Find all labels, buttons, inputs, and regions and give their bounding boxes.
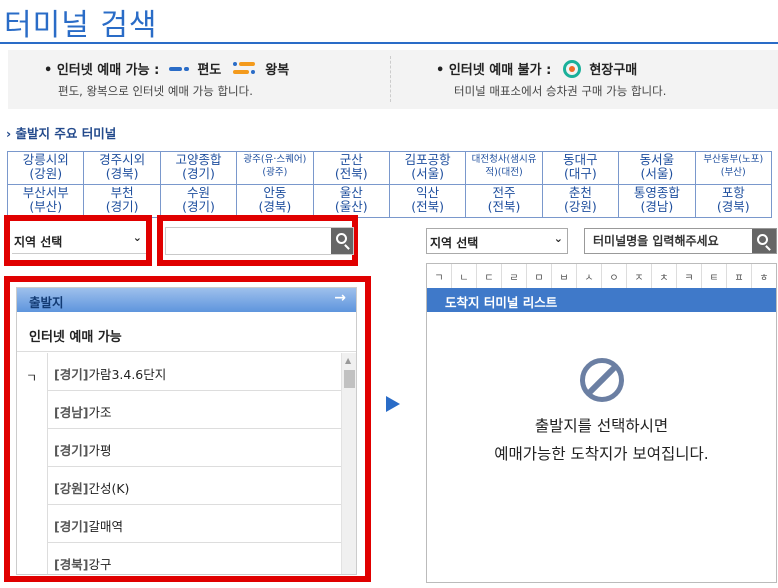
oneway-icon xyxy=(169,64,191,74)
scrollbar-thumb[interactable] xyxy=(344,370,355,388)
departure-terminal-item[interactable]: [강원]간성(K) xyxy=(48,467,341,505)
departure-terminal-item[interactable]: [경기]가평 xyxy=(48,429,341,467)
consonant-filter-tab[interactable]: ㅇ xyxy=(602,264,627,288)
chevron-down-icon: ⌄ xyxy=(132,231,142,244)
consonant-filter-tab[interactable]: ㅊ xyxy=(652,264,677,288)
consonant-filter-tab[interactable]: ㅈ xyxy=(627,264,652,288)
scroll-up-icon[interactable]: ▲ xyxy=(345,356,351,365)
arrival-empty-message: 출발지를 선택하시면 예매가능한 도착지가 보여집니다. xyxy=(494,417,709,463)
title-divider xyxy=(0,42,778,44)
arrival-list-header: 도착지 터미널 리스트 xyxy=(427,288,776,312)
terminal-link[interactable]: 포항 (경북) xyxy=(694,184,773,218)
consonant-index: ㄱ xyxy=(17,353,48,574)
chevron-down-icon: ⌄ xyxy=(553,232,563,245)
terminal-link[interactable]: 부산서부 (부산) xyxy=(6,184,85,218)
legend-no-desc: 터미널 매표소에서 승차권 구매 가능 합니다. xyxy=(454,84,667,98)
legend-onsite-label: 현장구매 xyxy=(589,63,638,78)
consonant-filter-tab[interactable]: ㅎ xyxy=(752,264,776,288)
terminal-link[interactable]: 안동 (경북) xyxy=(236,184,314,218)
terminal-link[interactable]: 수원 (경기) xyxy=(159,184,238,218)
search-icon xyxy=(757,234,768,245)
consonant-filter-tab[interactable]: ㅁ xyxy=(527,264,552,288)
terminal-link[interactable]: 춘천 (강원) xyxy=(541,184,620,218)
departure-terminal-item[interactable]: [경남]가조 xyxy=(48,391,341,429)
arrival-region-select[interactable]: 지역 선택 ⌄ xyxy=(426,228,568,254)
legend-internet-no: • 인터넷 예매 불가 : 현장구매 터미널 매표소에서 승차권 구매 가능 합… xyxy=(392,50,778,109)
terminal-link[interactable]: 군산 (전북) xyxy=(312,151,390,185)
search-icon xyxy=(336,233,347,244)
departure-panel: 출발지 → 인터넷 예매 가능 ㄱ [경기]가람3.4.6단지 [경남]가조 [경기]… xyxy=(16,287,357,575)
legend-ok-desc: 편도, 왕복으로 인터넷 예매 가능 합니다. xyxy=(58,84,253,98)
legend-oneway-label: 편도 xyxy=(197,63,222,78)
arrival-search-button[interactable] xyxy=(752,229,776,253)
major-terminals-heading: › 출발지 주요 터미널 xyxy=(6,126,117,141)
triangle-right-icon xyxy=(386,396,400,412)
consonant-filter-tab[interactable]: ㅋ xyxy=(677,264,702,288)
onsite-purchase-icon xyxy=(563,59,582,78)
terminal-link[interactable]: 울산 (울산) xyxy=(312,184,390,218)
terminal-link[interactable]: 경주시외 (경북) xyxy=(83,151,161,185)
legend-roundtrip-label: 왕복 xyxy=(265,63,290,78)
legend-divider xyxy=(390,56,391,102)
terminal-link[interactable]: 부산동부(노포) (부산) xyxy=(694,151,773,185)
consonant-filter-tab[interactable]: ㄴ xyxy=(452,264,477,288)
departure-list-scrollbar[interactable]: ▲ xyxy=(341,353,356,574)
departure-panel-subtitle: 인터넷 예매 가능 xyxy=(17,312,356,352)
terminal-link[interactable]: 대전청사(샘시유 적)(대전) xyxy=(465,151,543,185)
departure-search-input[interactable] xyxy=(165,227,354,255)
consonant-filter-tab[interactable]: ㅂ xyxy=(552,264,577,288)
terminal-link[interactable]: 전주 (전북) xyxy=(465,184,543,218)
departure-terminal-item[interactable]: [경북]강구 xyxy=(48,543,341,574)
reservation-legend: • 인터넷 예매 가능 : 편도 왕복 편도, 왕복으로 인터넷 예매 가능 합… xyxy=(8,50,778,109)
departure-terminal-item[interactable]: [경기]갈매역 xyxy=(48,505,341,543)
roundtrip-icon xyxy=(233,61,257,77)
terminal-link[interactable]: 고양종합 (경기) xyxy=(159,151,238,185)
terminal-link[interactable]: 부천 (경기) xyxy=(83,184,161,218)
page-title: 터미널 검색 xyxy=(4,8,158,43)
terminal-link[interactable]: 동대구 (대구) xyxy=(541,151,620,185)
terminal-link[interactable]: 광주(유·스퀘어) (광주) xyxy=(236,151,314,185)
arrow-right-icon: → xyxy=(334,290,346,306)
departure-terminal-item[interactable]: [경기]가람3.4.6단지 xyxy=(48,353,341,391)
consonant-filter-bar: ㄱㄴㄷㄹㅁㅂㅅㅇㅈㅊㅋㅌㅍㅎ xyxy=(427,264,776,288)
consonant-filter-tab[interactable]: ㅍ xyxy=(727,264,752,288)
major-terminals-table: 강릉시외 (강원) 경주시외 (경북) 고양종합 (경기) 광주(유·스퀘어) (광주) 군산(… xyxy=(6,151,773,218)
arrival-search-input[interactable] xyxy=(585,229,750,253)
terminal-link[interactable]: 강릉시외 (강원) xyxy=(6,151,85,185)
consonant-filter-tab[interactable]: ㄷ xyxy=(477,264,502,288)
arrival-panel: ㄱㄴㄷㄹㅁㅂㅅㅇㅈㅊㅋㅌㅍㅎ 도착지 터미널 리스트 출발지를 선택하시면 예매… xyxy=(426,263,777,583)
terminal-link[interactable]: 익산 (전북) xyxy=(388,184,467,218)
departure-terminal-list: [경기]가람3.4.6단지 [경남]가조 [경기]가평 [강원]간성(K) [경기]갈매… xyxy=(48,353,341,574)
departure-panel-header: 출발지 → xyxy=(17,288,356,312)
consonant-filter-tab[interactable]: ㅅ xyxy=(577,264,602,288)
consonant-filter-tab[interactable]: ㄹ xyxy=(502,264,527,288)
legend-ok-label: • 인터넷 예매 가능 : xyxy=(44,63,160,78)
terminal-link[interactable]: 김포공항 (서울) xyxy=(388,151,467,185)
chevron-right-icon: › xyxy=(6,126,12,141)
terminal-link[interactable]: 동서울 (서울) xyxy=(618,151,696,185)
prohibited-icon xyxy=(580,358,624,402)
terminal-link[interactable]: 통영종합 (경남) xyxy=(618,184,696,218)
departure-search-button[interactable] xyxy=(331,228,353,254)
consonant-filter-tab[interactable]: ㄱ xyxy=(427,264,452,288)
legend-internet-ok: • 인터넷 예매 가능 : 편도 왕복 편도, 왕복으로 인터넷 예매 가능 합… xyxy=(8,50,390,109)
consonant-filter-tab[interactable]: ㅌ xyxy=(702,264,727,288)
departure-region-select[interactable]: 지역 선택 ⌄ xyxy=(12,228,146,254)
legend-no-label: • 인터넷 예매 불가 : xyxy=(436,63,552,78)
arrival-search-box xyxy=(584,228,777,254)
